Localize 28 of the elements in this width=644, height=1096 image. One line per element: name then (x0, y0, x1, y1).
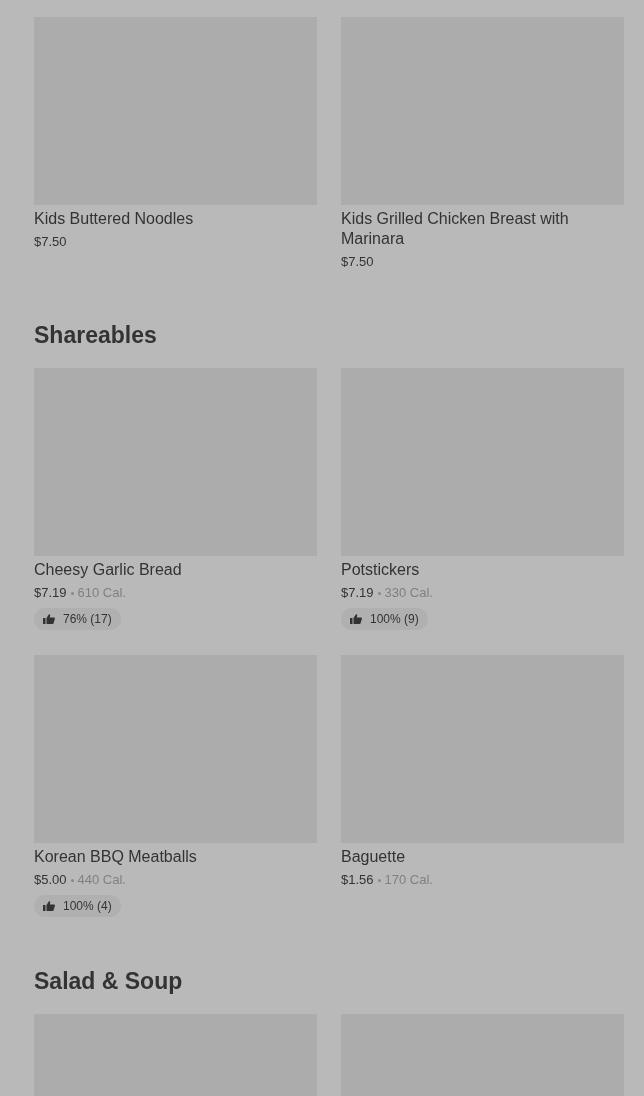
thumbs-up-icon (43, 900, 55, 912)
item-price: $7.50 (34, 233, 67, 251)
section-heading: Salad & Soup (34, 967, 184, 996)
rating-text: 76% (17) (63, 612, 112, 626)
rating-text: 100% (9) (370, 612, 419, 626)
item-name[interactable]: Cheesy Garlic Bread (34, 560, 317, 580)
item-name[interactable]: Korean BBQ Meatballs (34, 847, 317, 867)
section-heading: Shareables (34, 321, 158, 350)
separator-dot (70, 878, 74, 882)
separator-dot (377, 878, 381, 882)
item-price: $1.56 (341, 871, 374, 889)
item-name[interactable]: Potstickers (341, 560, 624, 580)
item-price: $5.00 (34, 871, 67, 889)
item-calories: 440 Cal. (77, 871, 126, 889)
separator-dot (377, 591, 381, 595)
item-calories: 610 Cal. (77, 584, 126, 602)
item-price: $7.50 (341, 253, 374, 271)
item-name[interactable]: Baguette (341, 847, 624, 867)
rating-text: 100% (4) (63, 899, 112, 913)
separator-dot (70, 591, 74, 595)
item-price: $7.19 (34, 584, 67, 602)
thumbs-up-icon (350, 613, 362, 625)
item-name[interactable]: Kids Buttered Noodles (34, 209, 317, 229)
thumbs-up-icon (43, 613, 55, 625)
item-name[interactable]: Kids Grilled Chicken Breast with Marinara (341, 209, 624, 249)
item-price: $7.19 (341, 584, 374, 602)
item-calories: 330 Cal. (384, 584, 433, 602)
item-calories: 170 Cal. (384, 871, 433, 889)
